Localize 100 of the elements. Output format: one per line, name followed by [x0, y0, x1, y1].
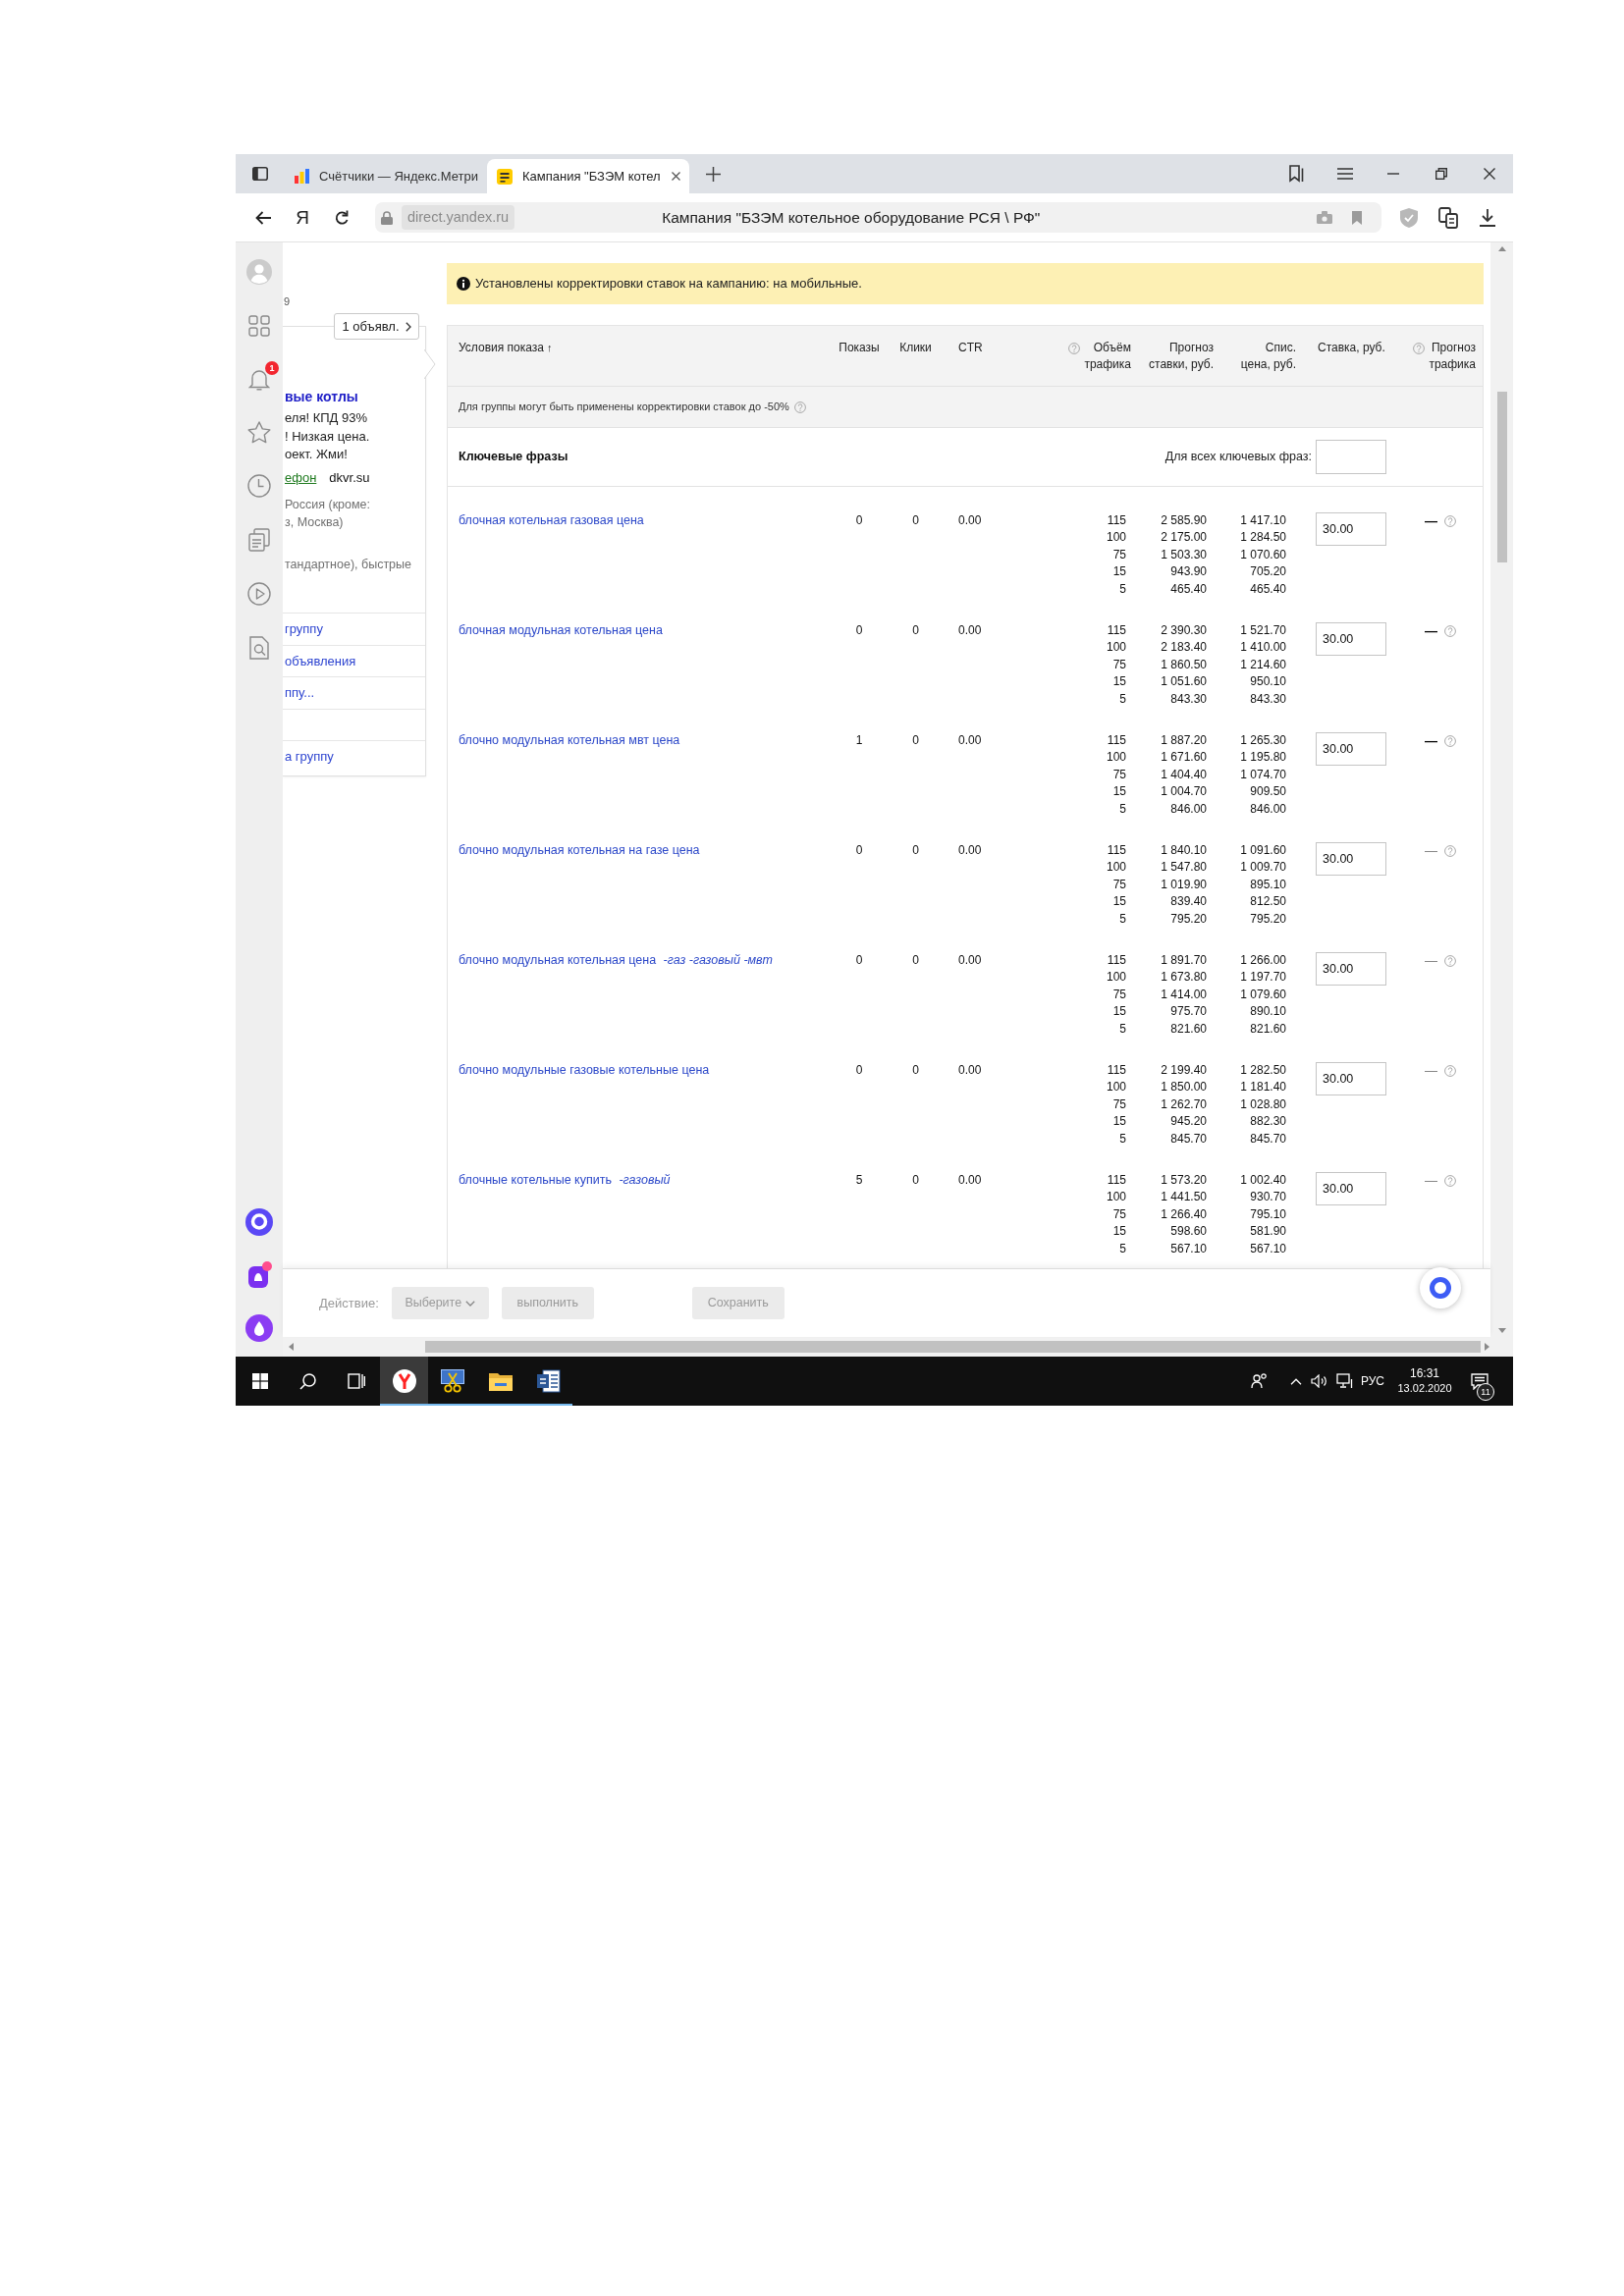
traffic-forecast-value: —	[1425, 622, 1437, 640]
traffic-value: 5	[1119, 1020, 1126, 1038]
ads-count-button[interactable]: 1 объявл.	[334, 313, 419, 340]
ad-link[interactable]: ефон	[285, 469, 317, 487]
sort-indicator[interactable]: ↑	[546, 342, 553, 353]
drop-icon[interactable]	[245, 1314, 273, 1342]
chat-button[interactable]	[1420, 1267, 1461, 1308]
speaker-icon[interactable]	[1311, 1374, 1328, 1388]
traffic-value: 5	[1119, 690, 1126, 708]
bid-forecast-value: 1 404.40	[1161, 766, 1207, 783]
group-action-link[interactable]: а группу	[283, 740, 425, 773]
back-icon[interactable]	[255, 210, 271, 225]
column-header[interactable]: Объём трафика	[1084, 340, 1131, 373]
column-header[interactable]: Показы	[839, 340, 880, 356]
charge-value: 581.90	[1250, 1223, 1286, 1241]
column-header[interactable]: Прогноз трафика	[1429, 340, 1476, 373]
keyword-link[interactable]: блочно модульная котельная цена -газ -газовый -мвт	[459, 953, 773, 967]
traffic-value: 15	[1112, 563, 1126, 581]
scroll-down-icon[interactable]	[1497, 1328, 1506, 1333]
bid-forecast-value: 2 390.30	[1161, 622, 1207, 639]
keyword-link[interactable]: блочно модульная котельная на газе цена	[459, 843, 700, 857]
bid-forecast-value: 1 262.70	[1161, 1095, 1207, 1113]
traffic-value: 115	[1107, 1172, 1126, 1189]
bookmark-icon[interactable]	[1352, 210, 1362, 225]
ring-icon[interactable]	[245, 1208, 273, 1236]
bid-forecast-value: 2 183.40	[1161, 639, 1207, 657]
bell-icon[interactable]	[248, 367, 270, 391]
charge-value: 821.60	[1250, 1020, 1286, 1038]
keyword-link[interactable]: блочная модульная котельная цена	[459, 623, 663, 637]
star-icon[interactable]	[247, 421, 271, 444]
four-panes-icon[interactable]	[251, 1373, 268, 1389]
browser-tab[interactable]: Счётчики — Яндекс.Метри	[285, 159, 487, 193]
download-icon[interactable]	[1480, 208, 1495, 227]
clock-date[interactable]: 13.02.2020	[1391, 1381, 1458, 1396]
search-icon[interactable]	[299, 1372, 316, 1390]
close-icon[interactable]	[1483, 168, 1495, 180]
column-header[interactable]: Ставка, руб.	[1318, 340, 1385, 356]
charge-value: 1 417.10	[1240, 512, 1286, 529]
scrollbar-thumb[interactable]	[1496, 392, 1507, 562]
scrollbar-thumb[interactable]	[425, 1341, 1481, 1353]
minimize-icon[interactable]	[1386, 173, 1399, 175]
clock-time[interactable]: 16:31	[1391, 1366, 1458, 1381]
grid-icon[interactable]	[248, 315, 270, 337]
language-indicator[interactable]: РУС	[1356, 1372, 1389, 1390]
scroll-left-icon[interactable]	[289, 1343, 294, 1351]
charge-value: 795.20	[1250, 910, 1286, 928]
scroll-right-icon[interactable]	[1485, 1343, 1489, 1351]
sidebar-toggle-icon[interactable]	[252, 167, 268, 181]
taskbar-button[interactable]	[380, 1357, 428, 1406]
bid-field[interactable]: 30.00	[1316, 512, 1386, 546]
chevron-up-icon[interactable]	[1290, 1377, 1302, 1385]
address-bar[interactable]: direct.yandex.ru Кампания "БЗЭМ котельное оборудование РСЯ \ РФ"	[375, 202, 1381, 233]
column-header[interactable]: Условия показа	[459, 340, 544, 356]
column-header[interactable]: Спис. цена, руб.	[1240, 340, 1296, 373]
clock-icon[interactable]	[247, 474, 271, 498]
clicks-value: 0	[912, 953, 919, 967]
clicks-value: 0	[912, 623, 919, 637]
charge-value: 567.10	[1250, 1240, 1286, 1257]
group-action-link[interactable]: группу	[283, 613, 425, 645]
reload-icon[interactable]	[334, 209, 350, 226]
all-phrases-field[interactable]	[1316, 440, 1386, 474]
network-icon[interactable]	[1336, 1373, 1354, 1389]
plus-icon[interactable]	[706, 166, 721, 182]
bid-field[interactable]: 30.00	[1316, 842, 1386, 876]
scroll-up-icon[interactable]	[1497, 246, 1506, 251]
close-icon[interactable]	[672, 172, 680, 181]
bid-field[interactable]: 30.00	[1316, 952, 1386, 986]
play-icon[interactable]	[247, 582, 271, 606]
keyword-link[interactable]: блочно модульные газовые котельные цена	[459, 1063, 710, 1077]
bid-field[interactable]: 30.00	[1316, 732, 1386, 766]
menu-icon[interactable]	[1336, 168, 1353, 180]
notification-icon[interactable]	[1471, 1372, 1489, 1390]
group-action-link[interactable]: объявления	[283, 644, 425, 676]
bid-field[interactable]: 30.00	[1316, 1062, 1386, 1095]
clicks-value: 0	[912, 843, 919, 857]
keyword-link[interactable]: блочно модульная котельная мвт цена	[459, 733, 680, 747]
ad-region-text: Россия (кроме:	[284, 497, 372, 513]
column-header[interactable]: Прогноз ставки, руб.	[1149, 340, 1214, 373]
bookmarks-icon[interactable]	[1288, 165, 1305, 183]
group-action-link[interactable]: ппу...	[283, 676, 425, 709]
bid-forecast-value: 2 175.00	[1161, 529, 1207, 547]
bid-field[interactable]: 30.00	[1316, 1172, 1386, 1205]
column-header[interactable]: CTR	[958, 340, 983, 356]
people-icon[interactable]	[1251, 1372, 1269, 1390]
restore-icon[interactable]	[1435, 168, 1447, 180]
traffic-value: 15	[1112, 893, 1126, 911]
document-search-icon[interactable]	[249, 636, 269, 660]
app-tile-icon[interactable]	[246, 1261, 272, 1289]
task-view-icon[interactable]	[347, 1373, 365, 1389]
browser-tab[interactable]: Кампания "БЗЭМ котел	[487, 159, 689, 193]
ad-headline[interactable]: вые котлы	[283, 388, 425, 405]
yandex-button[interactable]: Я	[296, 208, 309, 227]
ad-text: еля! КПД 93%	[284, 409, 368, 427]
documents-icon[interactable]	[248, 528, 270, 552]
keyword-link[interactable]: блочные котельные купить -газовый	[459, 1173, 671, 1187]
bid-field[interactable]: 30.00	[1316, 622, 1386, 656]
extension-icon[interactable]	[1438, 206, 1458, 229]
keyword-link[interactable]: блочная котельная газовая цена	[459, 513, 644, 527]
column-header[interactable]: Клики	[899, 340, 932, 356]
ad-link[interactable]: dkvr.su	[329, 469, 370, 487]
